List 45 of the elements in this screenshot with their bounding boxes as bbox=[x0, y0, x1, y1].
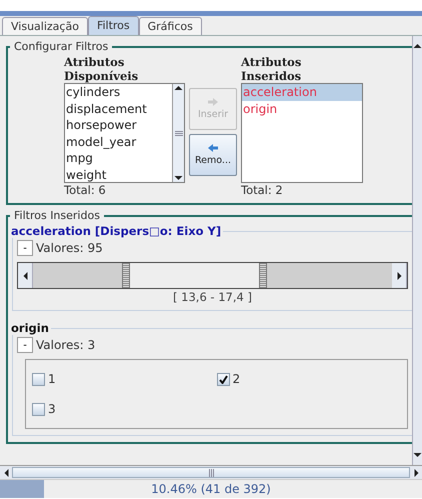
check-icon bbox=[218, 374, 228, 384]
list-scrollbar[interactable] bbox=[172, 84, 184, 182]
checkbox-label: 2 bbox=[232, 372, 240, 386]
slider-thumb[interactable] bbox=[122, 263, 130, 288]
total-label: Total: 2 bbox=[241, 183, 284, 197]
tab[interactable]: Gráficos bbox=[138, 17, 202, 35]
checkbox-label: 1 bbox=[48, 372, 56, 386]
filter-title: acceleration [Dispers□o: Eixo Y] bbox=[11, 224, 222, 238]
list-item[interactable]: weight bbox=[65, 166, 172, 182]
checkbox[interactable] bbox=[32, 372, 45, 386]
tab[interactable]: Visualização bbox=[2, 17, 88, 35]
list-item[interactable]: horsepower bbox=[65, 117, 172, 134]
filter-title: origin bbox=[11, 321, 50, 335]
list-heading: Atributos Inseridos bbox=[241, 55, 302, 83]
list-item[interactable]: cylinders bbox=[65, 84, 172, 100]
down-arrow-icon[interactable] bbox=[413, 451, 422, 459]
list-heading: Atributos Disponíveis bbox=[64, 55, 140, 83]
range-slider[interactable] bbox=[17, 262, 408, 289]
remove-button[interactable]: Remo... bbox=[189, 134, 237, 176]
group-title: Filtros Inseridos bbox=[13, 209, 101, 222]
checkbox[interactable] bbox=[216, 372, 230, 386]
grip-icon bbox=[174, 130, 182, 136]
progress-text: 10.46% (41 de 392) bbox=[151, 482, 271, 496]
up-arrow-icon[interactable] bbox=[413, 42, 422, 50]
list-item[interactable]: displacement bbox=[65, 100, 172, 117]
up-arrow-icon[interactable] bbox=[174, 84, 183, 92]
tab[interactable]: Filtros bbox=[88, 16, 139, 35]
values-count: Valores: 95 bbox=[36, 241, 103, 255]
collapse-button[interactable]: - bbox=[17, 240, 33, 256]
range-label: [ 13,6 - 17,4 ] bbox=[172, 290, 253, 304]
attribute-list[interactable]: cylinders displacement horsepower model_year mpg weight bbox=[64, 83, 185, 183]
values-count: Valores: 3 bbox=[36, 338, 96, 352]
checkbox[interactable] bbox=[32, 402, 45, 416]
group-title: Configurar Filtros bbox=[13, 40, 110, 53]
list-item[interactable]: origin bbox=[242, 100, 362, 117]
vertical-scrollbar[interactable] bbox=[412, 36, 422, 465]
attribute-list[interactable]: acceleration origin bbox=[241, 83, 363, 183]
horizontal-scrollbar[interactable] bbox=[0, 465, 422, 479]
list-item[interactable]: mpg bbox=[65, 150, 172, 166]
down-arrow-icon[interactable] bbox=[174, 174, 183, 182]
list-item[interactable]: model_year bbox=[65, 134, 172, 150]
checkbox-label: 3 bbox=[48, 402, 56, 416]
grip-icon bbox=[208, 468, 214, 476]
total-label: Total: 6 bbox=[64, 183, 107, 197]
collapse-button[interactable]: - bbox=[17, 337, 33, 353]
